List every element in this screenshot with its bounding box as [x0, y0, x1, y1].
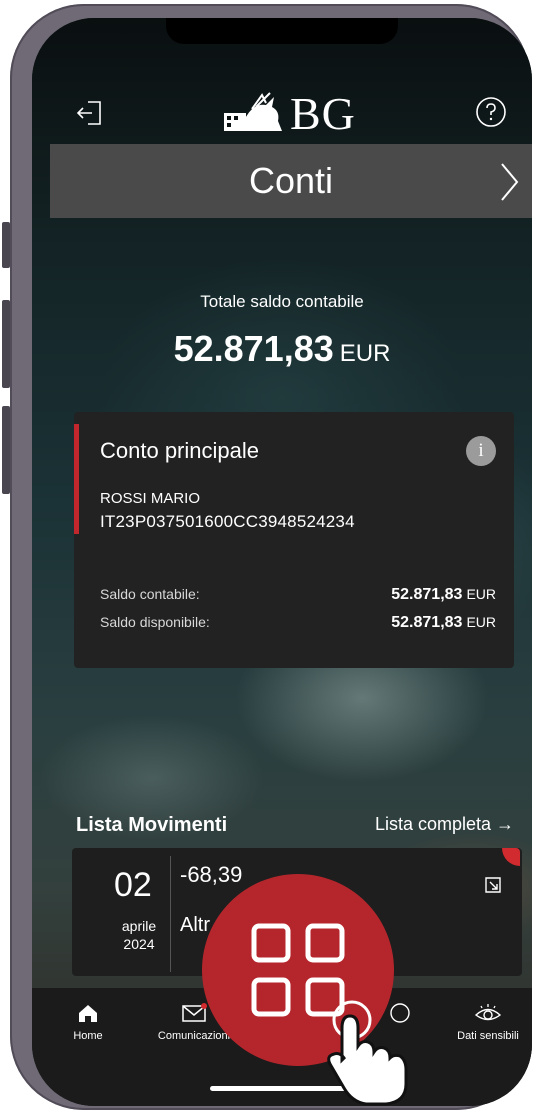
- chevron-right-icon[interactable]: [498, 162, 520, 202]
- balance-row: Saldo contabile: 52.871,83 EUR: [100, 586, 496, 604]
- available-balance-label: Saldo disponibile:: [100, 614, 210, 630]
- full-list-link[interactable]: Lista completa →: [375, 814, 514, 835]
- volume-down-button: [2, 406, 10, 494]
- card-accent-bar: [74, 424, 79, 534]
- section-title-bar: Conti: [50, 144, 532, 218]
- account-iban: IT23P037501600CC3948524234: [100, 512, 355, 531]
- nav-sensitive-data-label: Dati sensibili: [457, 1030, 519, 1042]
- movement-divider: [170, 856, 171, 972]
- account-card[interactable]: Conto principale i ROSSI MARIO IT23P0375…: [74, 412, 514, 668]
- nav-sensitive-data[interactable]: Dati sensibili: [446, 1002, 530, 1042]
- info-icon[interactable]: i: [466, 436, 496, 466]
- nav-home[interactable]: Home: [58, 1002, 118, 1042]
- unread-marker: [502, 848, 520, 866]
- expand-icon[interactable]: [484, 876, 502, 894]
- balance-value: 52.871,83 EUR: [391, 586, 496, 603]
- logo-text: BG: [290, 87, 356, 139]
- notch: [166, 18, 398, 44]
- movement-day: 02: [114, 866, 152, 904]
- app-screen: BG Conti Totale saldo contabile 52.871,8…: [32, 18, 532, 1106]
- page-title: Conti: [248, 160, 334, 201]
- total-balance-amount: 52.871,83: [173, 328, 334, 369]
- balance-label: Saldo contabile:: [100, 586, 200, 602]
- silent-switch: [2, 222, 10, 268]
- help-icon[interactable]: [475, 96, 507, 128]
- total-balance-label: Totale saldo contabile: [200, 292, 364, 311]
- logout-icon[interactable]: [74, 98, 104, 128]
- available-balance-value: 52.871,83 EUR: [391, 614, 496, 631]
- account-name: Conto principale: [100, 438, 259, 463]
- movements-title: Lista Movimenti: [76, 814, 228, 836]
- total-balance: 52.871,83 EUR: [32, 328, 532, 370]
- total-balance-currency: EUR: [339, 340, 391, 367]
- lion-logo-icon: [224, 92, 282, 131]
- bg-logo: BG: [222, 86, 372, 140]
- available-balance-row: Saldo disponibile: 52.871,83 EUR: [100, 614, 496, 632]
- eye-icon: [474, 1004, 502, 1021]
- home-icon: [79, 1005, 97, 1022]
- phone-frame: BG Conti Totale saldo contabile 52.871,8…: [10, 4, 532, 1110]
- account-holder: ROSSI MARIO: [100, 490, 201, 507]
- tap-hand-icon: [327, 1000, 408, 1106]
- nav-home-label: Home: [73, 1030, 103, 1042]
- volume-up-button: [2, 300, 10, 388]
